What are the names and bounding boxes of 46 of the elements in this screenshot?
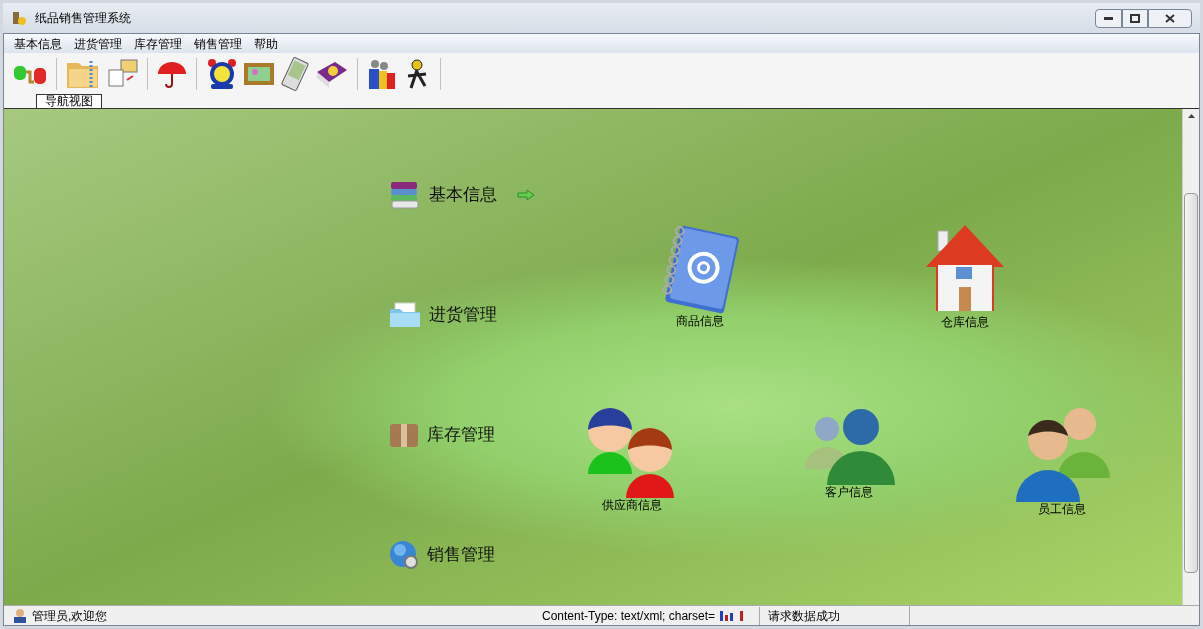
user-icon: [12, 607, 28, 624]
arrow-icon: [517, 189, 535, 201]
minimize-icon: [1104, 16, 1113, 20]
menu-item[interactable]: 基本信息: [8, 34, 68, 53]
scroll-thumb[interactable]: [1184, 193, 1198, 573]
module-shortcut[interactable]: 商品信息: [654, 224, 746, 330]
box-icon: [389, 421, 419, 449]
module-shortcut[interactable]: 供应商信息: [584, 404, 680, 514]
minimize-button[interactable]: [1095, 8, 1122, 28]
folder-icon: [389, 301, 421, 329]
maximize-button[interactable]: [1122, 8, 1148, 28]
menu-item[interactable]: 帮助: [248, 34, 284, 53]
menu-item[interactable]: 销售管理: [188, 34, 248, 53]
books-icon: [389, 180, 421, 210]
status-message: 请求数据成功: [759, 606, 910, 625]
people-icon[interactable]: [366, 57, 398, 91]
module-label: 仓库信息: [941, 314, 989, 331]
menu-item[interactable]: 库存管理: [128, 34, 188, 53]
close-icon: [1165, 13, 1175, 23]
close-button[interactable]: [1148, 8, 1192, 28]
status-user: 管理员,欢迎您: [32, 607, 109, 625]
menu-item[interactable]: 进货管理: [68, 34, 128, 53]
globe-gear-icon: [389, 540, 419, 570]
module-shortcut[interactable]: 仓库信息: [924, 221, 1006, 331]
alarm-clock-icon[interactable]: [205, 57, 239, 91]
window-title: 纸品销售管理系统: [35, 10, 131, 27]
nav-item[interactable]: 进货管理: [389, 299, 535, 331]
module-shortcut[interactable]: 客户信息: [799, 409, 899, 501]
nav-label: 库存管理: [427, 424, 495, 447]
nav-item[interactable]: 库存管理: [389, 419, 535, 451]
nav-label: 基本信息: [429, 184, 497, 207]
module-label: 商品信息: [676, 313, 724, 330]
module-label: 员工信息: [1038, 501, 1086, 518]
module-label: 客户信息: [825, 484, 873, 501]
nav-item[interactable]: 基本信息: [389, 179, 535, 211]
status-content-type: Content-Type: text/xml; charset=: [542, 607, 716, 625]
nav-item[interactable]: 销售管理: [389, 539, 535, 571]
module-label: 供应商信息: [602, 497, 662, 514]
status-graphic-icon: [719, 609, 746, 622]
app-icon: [11, 10, 27, 26]
vertical-scrollbar[interactable]: [1182, 109, 1199, 605]
module-shortcut[interactable]: 员工信息: [1014, 404, 1110, 518]
nav-label: 销售管理: [427, 544, 495, 567]
maximize-icon: [1130, 13, 1140, 23]
nav-label: 进货管理: [429, 304, 497, 327]
view-tab[interactable]: 导航视图: [36, 94, 102, 108]
